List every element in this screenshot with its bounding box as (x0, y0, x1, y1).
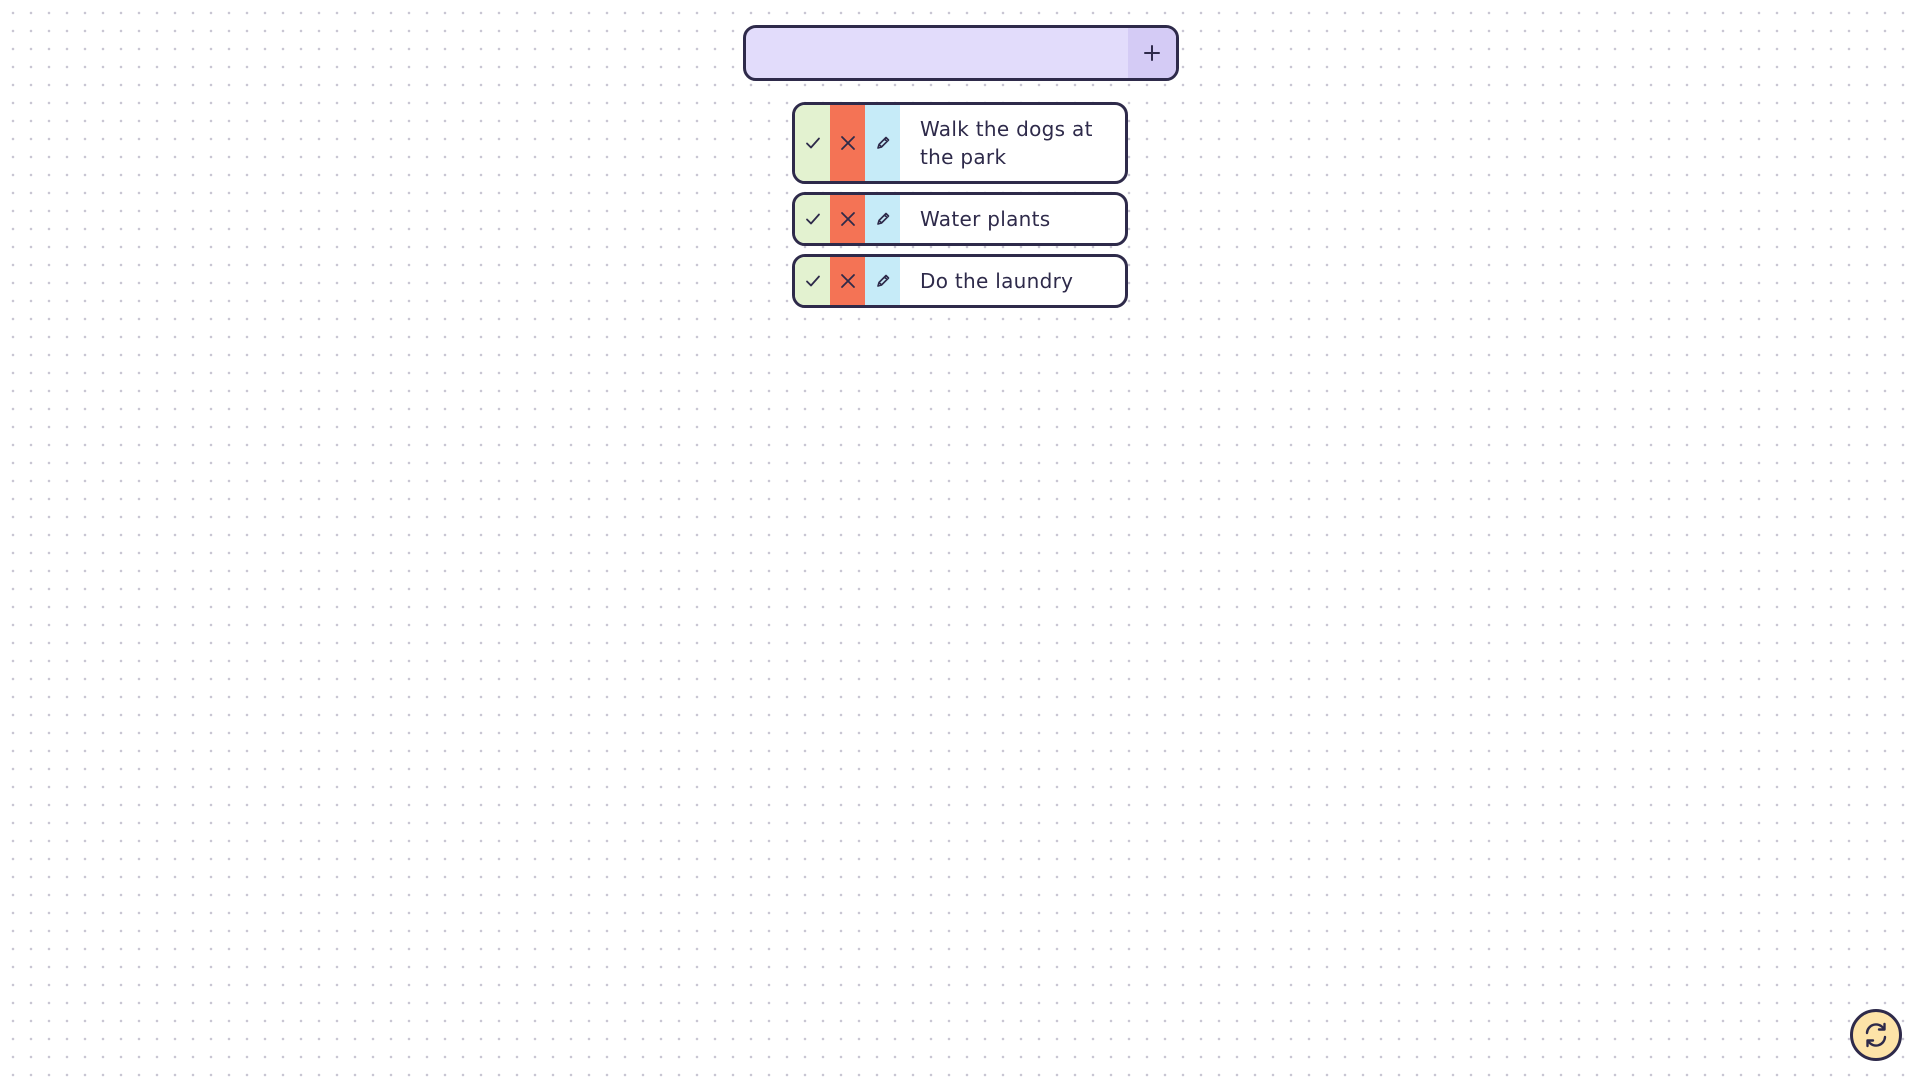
edit-button[interactable] (865, 105, 900, 181)
refresh-icon (1861, 1020, 1891, 1050)
close-icon (839, 272, 857, 290)
delete-button[interactable] (830, 105, 865, 181)
edit-button[interactable] (865, 257, 900, 305)
add-todo-button[interactable] (1128, 28, 1176, 78)
todo-list: Walk the dogs at the park Water plants D… (792, 102, 1128, 308)
new-todo-input[interactable] (746, 28, 1128, 78)
delete-button[interactable] (830, 257, 865, 305)
edit-button[interactable] (865, 195, 900, 243)
todo-item: Water plants (792, 192, 1128, 246)
todo-text: Water plants (920, 207, 1051, 231)
refresh-button[interactable] (1850, 1009, 1902, 1061)
pencil-icon (875, 273, 891, 289)
pencil-icon (875, 211, 891, 227)
delete-button[interactable] (830, 195, 865, 243)
close-icon (839, 210, 857, 228)
todo-text: Walk the dogs at the park (920, 117, 1093, 169)
check-icon (805, 273, 821, 289)
complete-button[interactable] (795, 195, 830, 243)
check-icon (805, 135, 821, 151)
todo-text: Do the laundry (920, 269, 1074, 293)
check-icon (805, 211, 821, 227)
complete-button[interactable] (795, 257, 830, 305)
complete-button[interactable] (795, 105, 830, 181)
add-todo-bar (743, 25, 1179, 81)
close-icon (839, 134, 857, 152)
todo-item: Do the laundry (792, 254, 1128, 308)
pencil-icon (875, 135, 891, 151)
plus-icon (1143, 44, 1161, 62)
todo-item: Walk the dogs at the park (792, 102, 1128, 184)
